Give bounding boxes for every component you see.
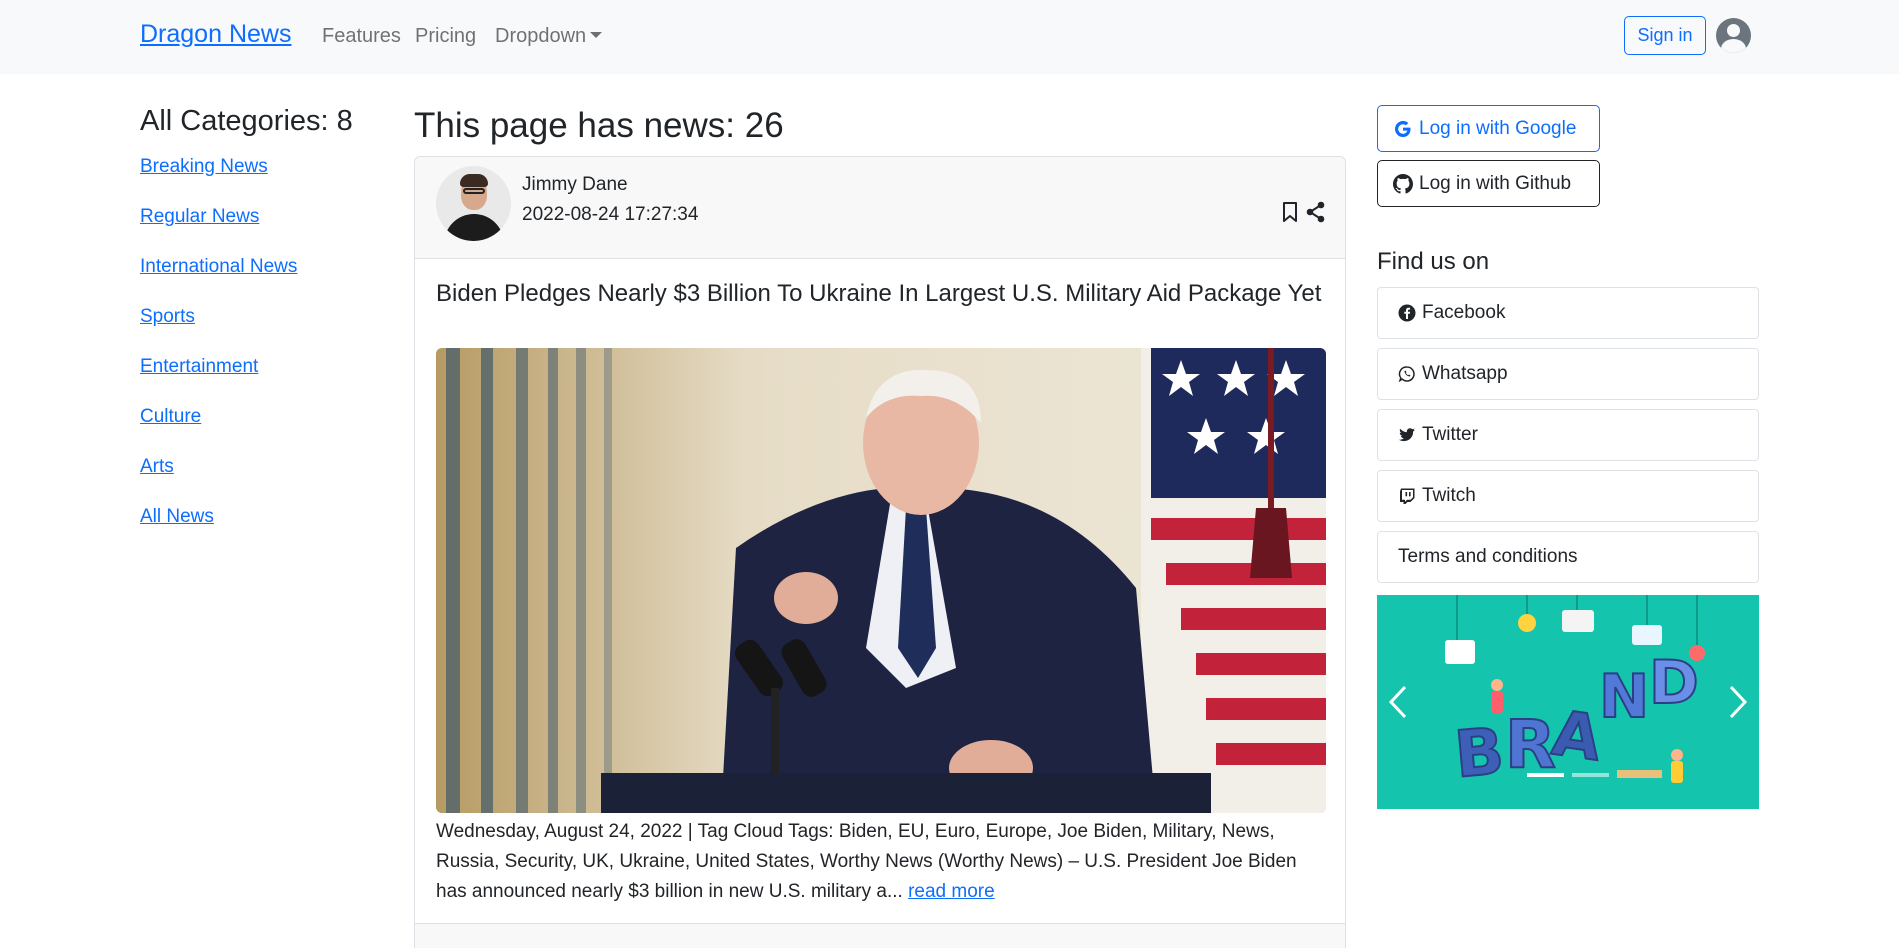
social-twitch[interactable]: Twitch [1377,470,1759,522]
carousel-prev-icon [1388,685,1407,719]
category-regular-news[interactable]: Regular News [140,206,259,228]
news-card: Jimmy Dane 2022-08-24 17:27:34 Biden Ple… [414,156,1346,948]
whatsapp-icon [1398,366,1415,383]
svg-text:A: A [1548,696,1606,775]
github-login-button[interactable]: Log in with Github [1377,160,1600,207]
carousel-indicator-1[interactable] [1527,773,1564,777]
published-date: 2022-08-24 17:27:34 [522,204,699,225]
category-breaking-news[interactable]: Breaking News [140,156,268,178]
github-login-label: Log in with Github [1419,172,1572,194]
nav-features[interactable]: Features [322,25,401,48]
svg-text:N: N [1599,662,1649,732]
nav-pricing[interactable]: Pricing [415,25,476,48]
category-sports[interactable]: Sports [140,306,195,328]
svg-text:R: R [1505,706,1556,783]
twitter-icon [1399,428,1415,442]
card-footer [415,923,1345,948]
categories-heading: All Categories: 8 [140,105,353,137]
nav-dropdown-label: Dropdown [495,25,587,47]
google-login-button[interactable]: Log in with Google [1377,105,1600,152]
category-international-news[interactable]: International News [140,256,297,278]
category-entertainment[interactable]: Entertainment [140,356,258,378]
read-more-link[interactable]: read more [908,881,995,902]
social-twitch-label: Twitch [1422,485,1476,506]
news-photo-illustration [436,348,1326,813]
social-facebook[interactable]: Facebook [1377,287,1759,339]
caret-down-icon [590,32,603,38]
card-header: Jimmy Dane 2022-08-24 17:27:34 [415,157,1345,259]
news-details: Wednesday, August 24, 2022 | Tag Cloud T… [436,817,1326,907]
news-title[interactable]: Biden Pledges Nearly $3 Billion To Ukrai… [436,279,1326,309]
brand-link[interactable]: Dragon News [140,20,291,49]
social-whatsapp-label: Whatsapp [1422,363,1508,384]
category-culture[interactable]: Culture [140,406,201,428]
facebook-icon [1398,304,1416,322]
user-avatar-icon[interactable] [1716,18,1751,53]
svg-text:D: D [1649,648,1699,718]
social-facebook-label: Facebook [1422,302,1506,323]
nav-dropdown[interactable]: Dropdown [495,25,603,48]
brand-carousel: B R A N D [1377,595,1759,809]
author-name: Jimmy Dane [522,174,628,195]
google-login-label: Log in with Google [1419,117,1577,139]
brand-illustration: B R A N D [1388,595,1748,794]
news-details-text: Wednesday, August 24, 2022 | Tag Cloud T… [436,821,1297,902]
twitch-icon [1400,488,1415,504]
google-icon [1395,120,1411,137]
top-navbar: Dragon News Features Pricing Dropdown Si… [0,0,1899,74]
sign-in-button[interactable]: Sign in [1624,16,1706,55]
page-heading: This page has news: 26 [414,106,784,145]
category-all-news[interactable]: All News [140,506,214,528]
share-icon[interactable] [1306,201,1326,223]
terms-label: Terms and conditions [1398,546,1578,567]
social-whatsapp[interactable]: Whatsapp [1377,348,1759,400]
author-avatar [436,166,511,241]
find-us-heading: Find us on [1377,248,1490,275]
bookmark-icon[interactable] [1281,201,1299,223]
social-twitter[interactable]: Twitter [1377,409,1759,461]
carousel-indicator-2[interactable] [1572,773,1609,777]
github-icon [1393,173,1413,194]
carousel-next-icon [1729,685,1748,719]
social-twitter-label: Twitter [1422,424,1478,445]
news-image [436,348,1326,813]
terms-link[interactable]: Terms and conditions [1377,531,1759,583]
category-arts[interactable]: Arts [140,456,174,478]
svg-text:B: B [1452,715,1507,793]
